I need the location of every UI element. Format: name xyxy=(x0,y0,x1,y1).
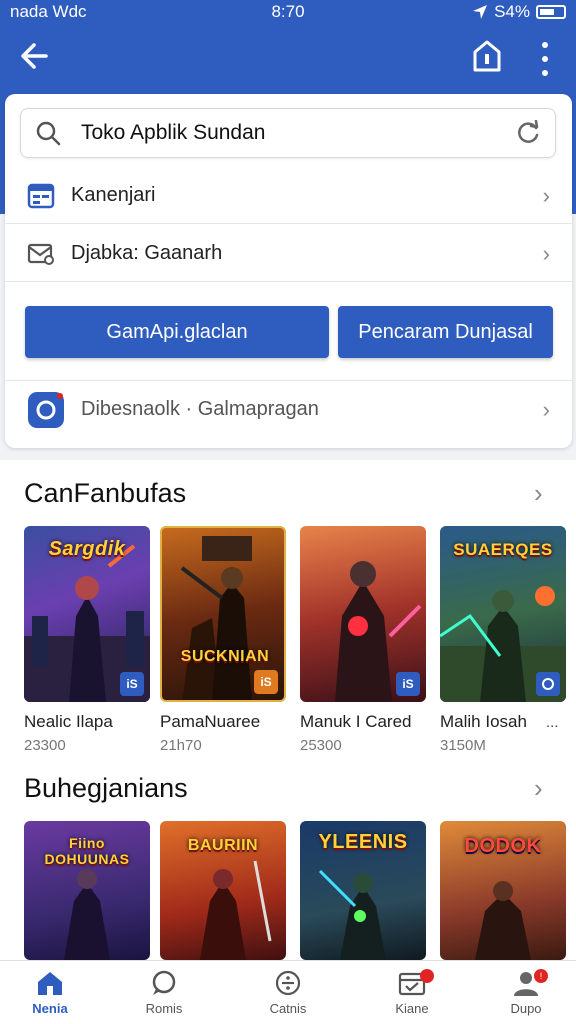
nav-dupo[interactable]: ! Dupo xyxy=(476,967,576,1023)
game-tile[interactable]: SUAERQES xyxy=(440,526,566,702)
game-tile[interactable]: BAURIIN xyxy=(160,821,286,960)
section-title: CanFanbufas xyxy=(24,478,187,508)
tile-art-title: SUCKNIAN xyxy=(180,648,270,665)
tile-art-title: DODOK xyxy=(464,835,542,857)
bottom-navigation: Nenia Romis Catnis Kiane ! Dupo xyxy=(0,960,576,1024)
game-tile[interactable]: iS xyxy=(300,526,426,702)
game-name[interactable]: PamaNuaree xyxy=(160,712,260,732)
platform-badge xyxy=(536,672,560,696)
back-button[interactable] xyxy=(18,40,54,76)
menu-row-label: Djabka: Gaanarh xyxy=(71,242,223,264)
search-button[interactable]: Pencaram Dunjasal xyxy=(338,306,553,358)
more-dot xyxy=(542,70,548,76)
nav-home[interactable]: Nenia xyxy=(0,967,100,1023)
search-icon xyxy=(36,121,61,146)
game-tile[interactable]: Fiino DOHUUNAS xyxy=(24,821,150,960)
platform-badge: iS xyxy=(120,672,144,696)
calculator-icon xyxy=(275,970,301,996)
notification-badge: ! xyxy=(534,969,548,983)
menu-row-djabka[interactable]: Djabka: Gaanarh › xyxy=(5,226,572,282)
search-bar[interactable]: Toko Apblik Sundan xyxy=(20,108,556,158)
game-tile[interactable]: Sargdik iS xyxy=(24,526,150,702)
game-size: 3150M xyxy=(440,737,486,754)
platform-badge: iS xyxy=(396,672,420,696)
arrow-left-icon xyxy=(21,43,48,69)
tile-art-title: SUAERQES xyxy=(453,540,553,559)
home-icon xyxy=(38,972,62,995)
nav-label: Catnis xyxy=(269,1001,307,1016)
app-circle-icon xyxy=(28,391,64,428)
more-dot xyxy=(542,56,548,62)
menu-row-label: Kanenjari xyxy=(71,184,156,206)
section-title: Buhegjanians xyxy=(24,773,188,803)
nav-label: Nenia xyxy=(32,1001,68,1016)
game-name[interactable]: Malih Iosah xyxy=(440,712,527,732)
refresh-icon[interactable] xyxy=(515,120,541,146)
tile-art-title: Sargdik xyxy=(48,538,126,560)
chevron-right-icon: › xyxy=(542,396,550,422)
game-size: 23300 xyxy=(24,737,66,754)
game-tile[interactable]: DODOK xyxy=(440,821,566,960)
battery-icon xyxy=(536,5,566,19)
menu-row-dibesnaolk[interactable]: Dibesnaolk · Galmapragan › xyxy=(5,380,572,438)
nav-romis[interactable]: Romis xyxy=(114,967,214,1023)
store-menu-card: Toko Apblik Sundan Kanenjari › Djabka: G… xyxy=(5,94,572,448)
status-bar: nada Wdc 8:70 S4% xyxy=(0,0,576,24)
more-dot xyxy=(542,42,548,48)
nav-label: Kiane xyxy=(395,1001,429,1016)
chevron-right-icon: › xyxy=(542,240,550,266)
game-size: 21h70 xyxy=(160,737,202,754)
game-tile[interactable]: SUCKNIAN iS xyxy=(160,526,286,702)
nav-catnis[interactable]: Catnis xyxy=(238,967,338,1023)
clock: 8:70 xyxy=(271,2,305,21)
calendar-icon xyxy=(27,183,55,208)
nav-label: Romis xyxy=(145,1001,183,1016)
game-tile[interactable]: YLEENIS xyxy=(300,821,426,960)
chevron-right-icon[interactable]: › xyxy=(534,773,543,804)
chevron-right-icon: › xyxy=(542,182,550,208)
platform-badge: iS xyxy=(254,670,278,694)
notification-dot xyxy=(420,969,434,983)
game-apps-button[interactable]: GamApi.glaclan xyxy=(25,306,329,358)
more-dots[interactable]: ... xyxy=(546,714,559,731)
chevron-right-icon[interactable]: › xyxy=(534,478,543,509)
shop-icon xyxy=(473,40,501,72)
chat-bubble-icon xyxy=(152,970,176,995)
nav-label: Dupo xyxy=(510,1001,542,1016)
menu-row-label: Dibesnaolk · Galmapragan xyxy=(81,398,319,420)
tile-art-title: BAURIIN xyxy=(187,837,259,854)
store-button[interactable] xyxy=(470,38,504,74)
tile-art-title: Fiino DOHUUNAS xyxy=(44,835,130,867)
circle-badge-icon xyxy=(542,678,554,690)
game-size: 25300 xyxy=(300,737,342,754)
more-options-button[interactable] xyxy=(532,42,558,76)
game-name[interactable]: Manuk I Cared xyxy=(300,712,412,732)
tile-art-title: YLEENIS xyxy=(318,831,408,853)
mail-icon xyxy=(27,243,54,265)
game-name[interactable]: Nealic Ilapa xyxy=(24,712,113,732)
search-input[interactable]: Toko Apblik Sundan xyxy=(61,121,515,145)
menu-row-kanenjari[interactable]: Kanenjari › xyxy=(5,168,572,224)
nav-kiane[interactable]: Kiane xyxy=(362,967,462,1023)
